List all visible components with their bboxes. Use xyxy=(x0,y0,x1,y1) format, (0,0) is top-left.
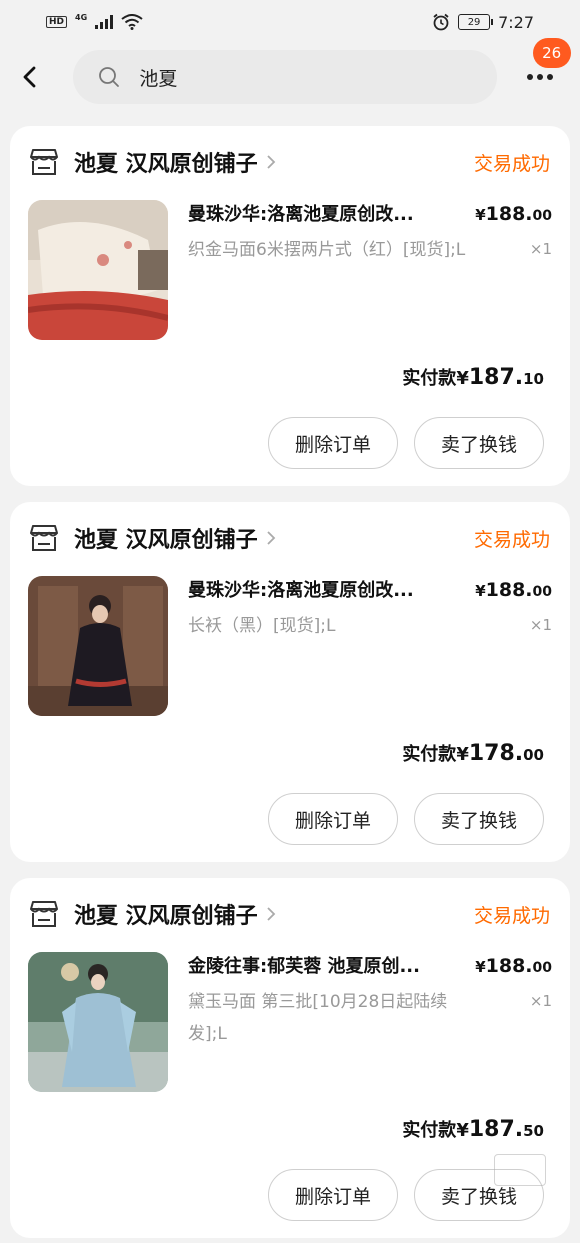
status-right: 29 7:27 xyxy=(432,13,534,32)
product-image[interactable] xyxy=(28,952,168,1092)
product-spec: 长袄（黑）[现货];L xyxy=(188,616,336,636)
search-query: 池夏 xyxy=(139,67,178,90)
clock: 7:27 xyxy=(498,12,534,32)
order-card[interactable]: 池夏 汉风原创铺子 交易成功 xyxy=(10,126,570,486)
product-image[interactable] xyxy=(28,200,168,340)
action-buttons: 删除订单 卖了换钱 xyxy=(268,793,544,845)
search-box[interactable]: 池夏 xyxy=(73,50,497,104)
chevron-right-icon xyxy=(267,907,275,921)
hd-indicator: HD xyxy=(46,16,68,28)
quantity: ×1 xyxy=(529,616,552,634)
order-card[interactable]: 池夏 汉风原创铺子 交易成功 xyxy=(10,502,570,862)
store-icon xyxy=(30,525,58,551)
chevron-left-icon xyxy=(23,66,36,88)
item-info: 曼珠沙华:洛离池夏原创改... ¥188.00 长袄（黑）[现货];L ×1 xyxy=(188,576,552,716)
battery-icon: 29 xyxy=(458,14,494,30)
delete-order-button[interactable]: 删除订单 xyxy=(268,793,398,845)
more-button[interactable]: 26 xyxy=(521,38,571,97)
search-icon xyxy=(99,67,120,87)
paid-amount: 实付款¥178.00 xyxy=(402,741,544,766)
paid-amount: 实付款¥187.50 xyxy=(402,1117,544,1142)
product-image[interactable] xyxy=(28,576,168,716)
alarm-icon xyxy=(433,13,449,31)
delete-order-button[interactable]: 删除订单 xyxy=(268,417,398,469)
order-item[interactable]: 曼珠沙华:洛离池夏原创改... ¥188.00 长袄（黑）[现货];L ×1 xyxy=(28,576,552,716)
header-bar: 池夏 26 xyxy=(0,38,580,110)
order-item[interactable]: 金陵往事:郁芙蓉 池夏原创... ¥188.00 黛玉马面 第三批[10月28日… xyxy=(28,952,552,1092)
network-type: 4G xyxy=(75,12,88,22)
item-info: 金陵往事:郁芙蓉 池夏原创... ¥188.00 黛玉马面 第三批[10月28日… xyxy=(188,952,552,1092)
status-bar: HD 4G 29 7:27 xyxy=(0,0,580,44)
store-icon xyxy=(30,901,58,927)
product-spec: 织金马面6米摆两片式（红）[现货];L xyxy=(188,240,466,260)
product-title[interactable]: 金陵往事:郁芙蓉 池夏原创... xyxy=(188,952,458,978)
chevron-right-icon xyxy=(267,531,275,545)
shop-row[interactable]: 池夏 汉风原创铺子 交易成功 xyxy=(28,146,552,178)
product-title[interactable]: 曼珠沙华:洛离池夏原创改... xyxy=(188,200,458,226)
signal-icon xyxy=(95,15,114,29)
watermark-logo xyxy=(494,1154,546,1186)
order-item[interactable]: 曼珠沙华:洛离池夏原创改... ¥188.00 织金马面6米摆两片式（红）[现货… xyxy=(28,200,552,340)
quantity: ×1 xyxy=(529,992,552,1010)
resell-button[interactable]: 卖了换钱 xyxy=(414,417,544,469)
status-left: HD 4G xyxy=(46,12,143,30)
product-title[interactable]: 曼珠沙华:洛离池夏原创改... xyxy=(188,576,458,602)
quantity: ×1 xyxy=(529,240,552,258)
order-status: 交易成功 xyxy=(473,904,550,927)
unit-price: ¥188.00 xyxy=(475,203,552,225)
unit-price: ¥188.00 xyxy=(475,579,552,601)
message-count-badge: 26 xyxy=(532,38,571,68)
paid-amount: 实付款¥187.10 xyxy=(402,365,544,390)
item-info: 曼珠沙华:洛离池夏原创改... ¥188.00 织金马面6米摆两片式（红）[现货… xyxy=(188,200,552,340)
store-icon xyxy=(30,149,58,175)
more-dots-icon xyxy=(527,74,534,80)
shop-name: 池夏 汉风原创铺子 xyxy=(74,528,258,553)
delete-order-button[interactable]: 删除订单 xyxy=(268,1169,398,1221)
shop-row[interactable]: 池夏 汉风原创铺子 交易成功 xyxy=(28,898,552,930)
chevron-right-icon xyxy=(267,155,275,169)
shop-name: 池夏 汉风原创铺子 xyxy=(74,904,258,929)
unit-price: ¥188.00 xyxy=(475,955,552,977)
order-status: 交易成功 xyxy=(473,528,550,551)
shop-name: 池夏 汉风原创铺子 xyxy=(74,152,258,177)
resell-button[interactable]: 卖了换钱 xyxy=(414,793,544,845)
back-button[interactable] xyxy=(20,59,55,95)
shop-row[interactable]: 池夏 汉风原创铺子 交易成功 xyxy=(28,522,552,554)
order-status: 交易成功 xyxy=(473,152,550,175)
order-list: 池夏 汉风原创铺子 交易成功 曼珠沙华:洛离池夏原创改... ¥188.00 织… xyxy=(0,110,580,1238)
order-card[interactable]: 池夏 汉风原创铺子 交易成功 xyxy=(10,878,570,1238)
wifi-icon xyxy=(121,14,143,30)
action-buttons: 删除订单 卖了换钱 xyxy=(268,417,544,469)
product-spec: 黛玉马面 第三批[10月28日起陆续发];L xyxy=(188,992,448,1044)
